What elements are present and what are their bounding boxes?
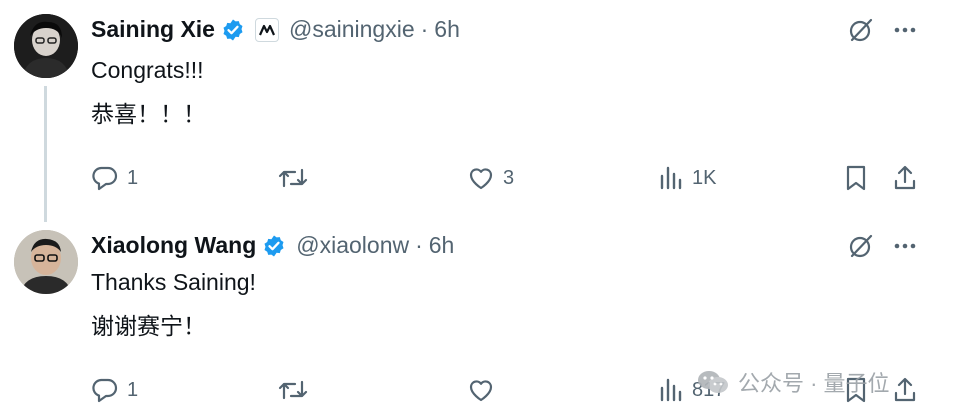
verified-badge-icon[interactable] [262, 234, 286, 258]
like-button[interactable] [467, 376, 503, 404]
separator: · [420, 16, 429, 42]
tweet-text-line: Congrats!!! [91, 57, 204, 83]
more-options-icon[interactable] [892, 233, 918, 259]
share-icon [894, 165, 916, 190]
separator: · [415, 232, 423, 258]
avatar[interactable] [14, 230, 78, 294]
retweet-button[interactable] [277, 376, 317, 404]
timestamp[interactable]: 6h [434, 16, 460, 43]
bookmark-icon [846, 165, 866, 191]
heart-icon [469, 380, 493, 402]
reply-icon [92, 378, 118, 403]
author-name[interactable]: Xiaolong Wang [91, 232, 256, 259]
tweet-header: Xiaolong Wang @xiaolonw · 6h [91, 232, 454, 259]
views-button[interactable]: 1K [658, 164, 716, 192]
retweet-icon [278, 168, 308, 188]
more-options-icon[interactable] [892, 17, 918, 43]
watermark: 公众号 · 量子位 [696, 366, 890, 398]
view-count: 1K [692, 166, 717, 189]
analytics-icon [660, 166, 682, 190]
thread-line [44, 86, 47, 222]
author-name[interactable]: Saining Xie [91, 16, 215, 43]
retweet-icon [278, 380, 308, 400]
heart-icon [469, 168, 493, 190]
tweet-header: Saining Xie @sainingxie · 6h [91, 16, 460, 43]
verified-badge-icon[interactable] [221, 18, 245, 42]
reply-button[interactable]: 1 [91, 164, 138, 192]
author-handle[interactable]: @xiaolonw [296, 232, 409, 259]
analytics-icon [660, 378, 682, 402]
like-button[interactable]: 3 [467, 164, 514, 192]
reply-count: 1 [127, 166, 139, 189]
grok-icon[interactable] [848, 233, 874, 259]
reply-count: 1 [127, 378, 139, 401]
author-handle[interactable]: @sainingxie [289, 16, 415, 43]
avatar[interactable] [14, 14, 78, 78]
watermark-text: 公众号 · 量子位 [738, 371, 890, 396]
tweet-text-line: 谢谢赛宁！ [91, 313, 206, 339]
reply-button[interactable]: 1 [91, 376, 138, 404]
tweet-text-line: 恭喜！！！ [91, 101, 206, 127]
grok-icon[interactable] [848, 17, 874, 43]
like-count: 3 [503, 166, 515, 189]
share-button[interactable] [892, 376, 918, 404]
wechat-icon [696, 368, 730, 396]
share-icon [894, 377, 916, 402]
timestamp[interactable]: 6h [429, 232, 455, 259]
nyu-icon[interactable] [254, 17, 279, 42]
bookmark-button[interactable] [844, 164, 868, 192]
tweet-text-line: Thanks Saining! [91, 269, 256, 295]
reply-icon [92, 166, 118, 191]
retweet-button[interactable] [277, 164, 317, 192]
tweet[interactable]: Saining Xie @sainingxie · 6h Congrats!!!… [0, 0, 956, 222]
share-button[interactable] [892, 164, 918, 192]
